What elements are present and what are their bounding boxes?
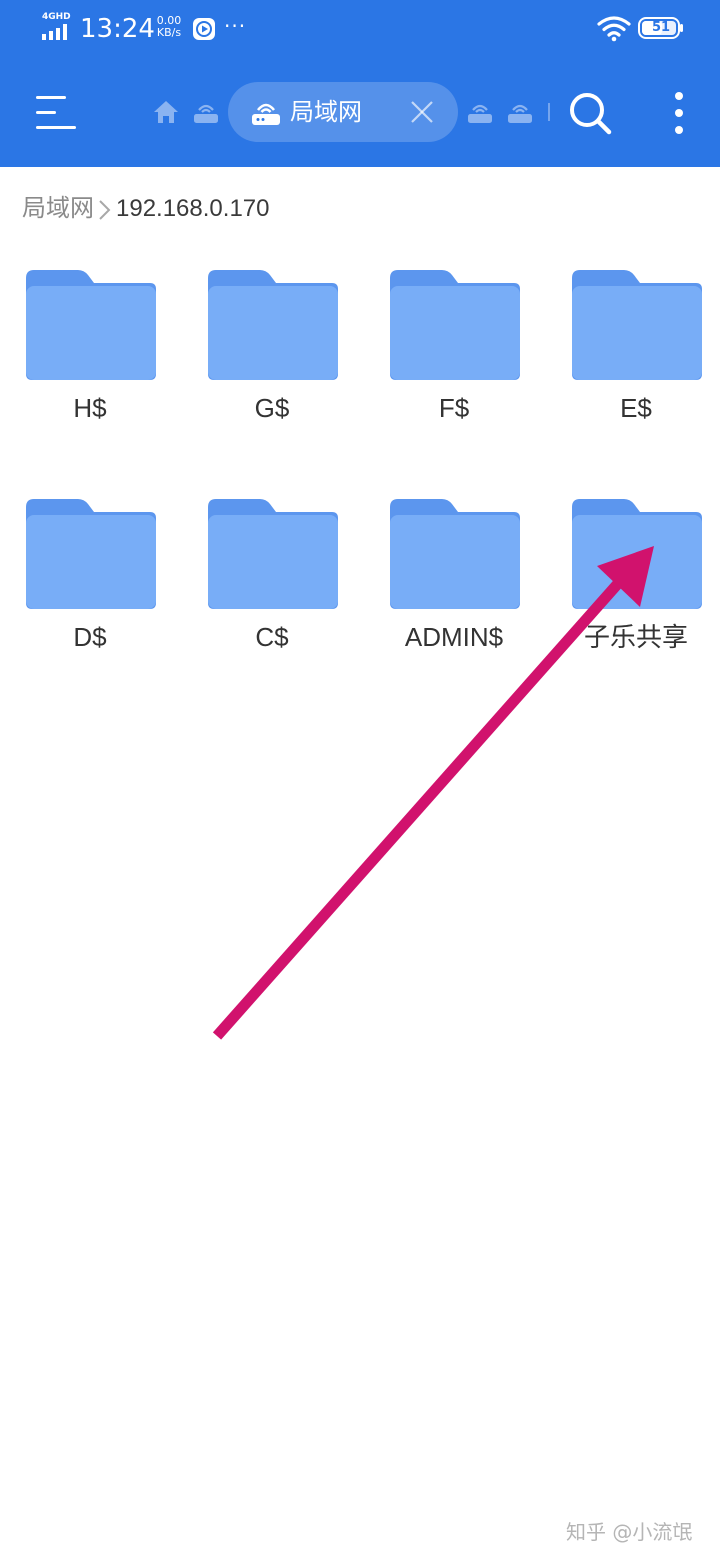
folder-item[interactable]: ADMIN$	[374, 499, 534, 669]
breadcrumb-root[interactable]: 局域网	[22, 195, 94, 222]
folder-item[interactable]: E$	[556, 270, 716, 440]
menu-icon-bar	[36, 96, 66, 99]
folder-icon	[26, 499, 156, 609]
folder-label: G$	[254, 393, 290, 423]
folder-item[interactable]: G$	[192, 270, 352, 440]
app-header: 4GHD 13:24 0.00 KB/s ··· 51 局域网	[0, 0, 720, 167]
folder-icon	[208, 499, 338, 609]
breadcrumb-current: 192.168.0.170	[116, 195, 270, 222]
folder-label: H$	[73, 393, 107, 423]
notification-more-indicator: ···	[224, 14, 247, 38]
battery-level: 51	[651, 20, 671, 35]
folder-item[interactable]: C$	[192, 499, 352, 669]
network-speed-unit: KB/s	[156, 26, 182, 39]
overflow-dot	[675, 126, 683, 134]
folder-label: 子乐共享	[583, 622, 688, 652]
menu-button[interactable]	[26, 88, 86, 138]
close-icon[interactable]	[406, 96, 438, 128]
folder-label: C$	[255, 622, 289, 652]
lan-icon[interactable]	[466, 100, 494, 124]
battery-icon: 51	[638, 17, 684, 39]
network-speed: 0.00 KB/s	[152, 15, 186, 39]
menu-icon-bar	[36, 111, 56, 114]
menu-icon-bar	[36, 126, 76, 129]
folder-item[interactable]: F$	[374, 270, 534, 440]
status-time: 13:24	[80, 14, 155, 44]
status-bar: 4GHD 13:24 0.00 KB/s ··· 51	[0, 0, 720, 58]
watermark: 知乎 @小流氓	[566, 1520, 693, 1544]
play-icon	[193, 18, 215, 40]
lan-icon[interactable]	[506, 100, 534, 124]
lan-icon[interactable]	[192, 100, 220, 124]
more-vert-icon[interactable]	[664, 88, 694, 138]
wifi-icon	[597, 16, 631, 42]
folder-label: F$	[438, 393, 470, 423]
overflow-dot	[675, 109, 683, 117]
home-icon[interactable]	[152, 99, 180, 125]
tab-divider	[548, 103, 550, 121]
folder-item[interactable]: D$	[10, 499, 170, 669]
folder-label: D$	[73, 622, 107, 652]
folder-label: ADMIN$	[404, 622, 504, 652]
folder-icon	[572, 499, 702, 609]
breadcrumb: 局域网 192.168.0.170	[22, 192, 269, 226]
folder-item[interactable]: H$	[10, 270, 170, 440]
tab-lan[interactable]: 局域网	[228, 82, 458, 142]
signal-icon	[42, 24, 67, 40]
search-icon[interactable]	[565, 88, 615, 138]
overflow-dot	[675, 92, 683, 100]
folder-item[interactable]: 子乐共享	[556, 499, 716, 669]
chevron-right-icon	[94, 192, 116, 226]
annotation-arrow	[212, 546, 654, 1040]
folder-icon	[390, 270, 520, 380]
network-type: 4GHD	[42, 12, 71, 22]
folder-icon	[572, 270, 702, 380]
tab-label: 局域网	[290, 98, 362, 126]
folder-icon	[208, 270, 338, 380]
lan-icon	[252, 103, 280, 125]
folder-icon	[390, 499, 520, 609]
folder-icon	[26, 270, 156, 380]
folder-label: E$	[620, 393, 652, 423]
